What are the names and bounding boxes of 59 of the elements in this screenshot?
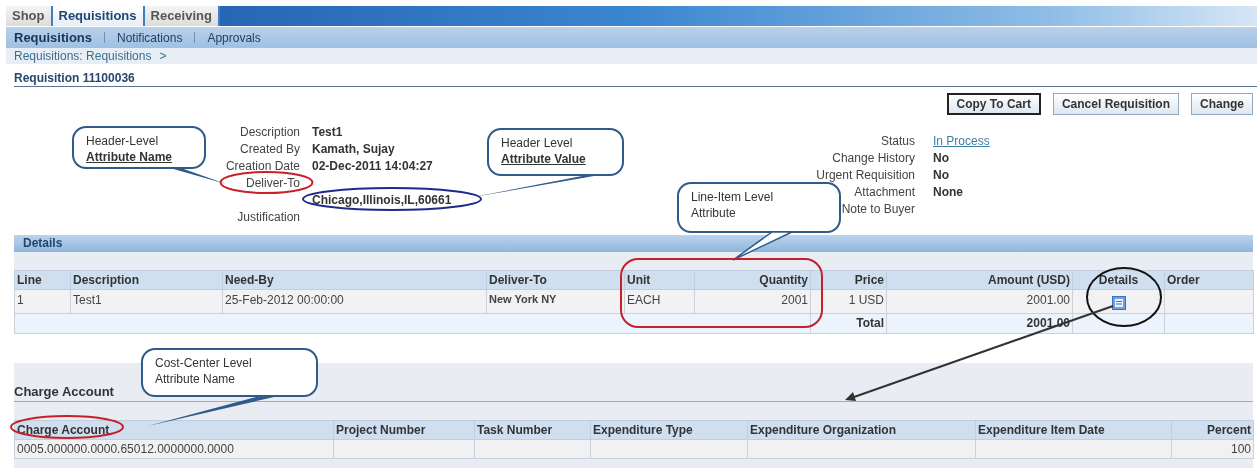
column-header: Charge Account bbox=[14, 420, 334, 440]
subtab-link[interactable]: Approvals bbox=[207, 30, 261, 45]
breadcrumb-separator: > bbox=[159, 49, 167, 63]
action-button[interactable]: Change bbox=[1191, 93, 1253, 115]
tab[interactable]: Receiving bbox=[144, 6, 220, 26]
column-header: Line bbox=[14, 270, 71, 290]
column-header: Need-By bbox=[222, 270, 487, 290]
field-value: Test1 bbox=[312, 124, 343, 139]
action-button[interactable]: Cancel Requisition bbox=[1052, 93, 1179, 115]
subtab-link[interactable]: Notifications bbox=[117, 30, 183, 45]
field-value: None bbox=[933, 184, 963, 199]
column-header: Expenditure Type bbox=[590, 420, 748, 440]
table-cell: Test1 bbox=[70, 289, 223, 314]
section-header: Details bbox=[14, 235, 1253, 252]
column-header: Unit bbox=[624, 270, 695, 290]
table-cell: 2001 bbox=[694, 289, 811, 314]
column-header: Percent bbox=[1171, 420, 1254, 440]
field-label: Urgent Requisition bbox=[816, 167, 915, 182]
column-header: Deliver-To bbox=[486, 270, 625, 290]
column-header: Expenditure Item Date bbox=[975, 420, 1172, 440]
column-header: Task Number bbox=[474, 420, 591, 440]
section-title: Charge Account bbox=[14, 384, 114, 399]
field-label: Change History bbox=[832, 150, 915, 165]
field-value: Chicago,Illinois,IL,60661 bbox=[312, 192, 452, 207]
action-button[interactable]: Copy To Cart bbox=[946, 93, 1041, 115]
column-header: Expenditure Organization bbox=[747, 420, 976, 440]
callout-tail bbox=[732, 231, 793, 261]
status-link[interactable]: In Process bbox=[933, 133, 990, 148]
details-icon[interactable] bbox=[1111, 296, 1126, 310]
column-header: Quantity bbox=[694, 270, 811, 290]
callout-bubble: Header-Level Attribute Name bbox=[72, 126, 206, 169]
field-value: No bbox=[933, 150, 949, 165]
field-label: Creation Date bbox=[225, 158, 300, 173]
tab[interactable]: Shop bbox=[6, 6, 53, 26]
field-label: Description bbox=[239, 124, 300, 139]
field-value: 02-Dec-2011 14:04:27 bbox=[312, 158, 433, 173]
table-cell: 2001.00 bbox=[886, 289, 1073, 314]
field-label: Status bbox=[880, 133, 915, 148]
table-cell: 25-Feb-2012 00:00:00 bbox=[222, 289, 487, 314]
field-label: Note to Buyer bbox=[841, 201, 915, 216]
field-value: No bbox=[933, 167, 949, 182]
column-header: Amount (USD) bbox=[886, 270, 1073, 290]
field-label: Justification bbox=[237, 209, 300, 224]
table-cell: 1 bbox=[14, 289, 71, 314]
field-label: Deliver-To bbox=[246, 175, 300, 190]
field-label: Created By bbox=[239, 141, 300, 156]
callout-bubble: Cost-Center Level Attribute Name bbox=[141, 348, 318, 397]
field-value: Kamath, Sujay bbox=[312, 141, 395, 156]
column-header: Project Number bbox=[333, 420, 475, 440]
callout-bubble: Header Level Attribute Value bbox=[487, 128, 624, 176]
column-header: Order bbox=[1164, 270, 1254, 290]
page-title: Requisition 11100036 bbox=[14, 71, 135, 85]
breadcrumb-link[interactable]: Requisitions: Requisitions bbox=[14, 49, 152, 63]
field-label: Attachment bbox=[854, 184, 915, 199]
tab[interactable]: Requisitions bbox=[52, 6, 145, 26]
subtab-link[interactable]: Requisitions bbox=[14, 30, 92, 45]
callout-tail bbox=[170, 168, 226, 184]
column-header: Description bbox=[70, 270, 223, 290]
column-header: Price bbox=[810, 270, 887, 290]
